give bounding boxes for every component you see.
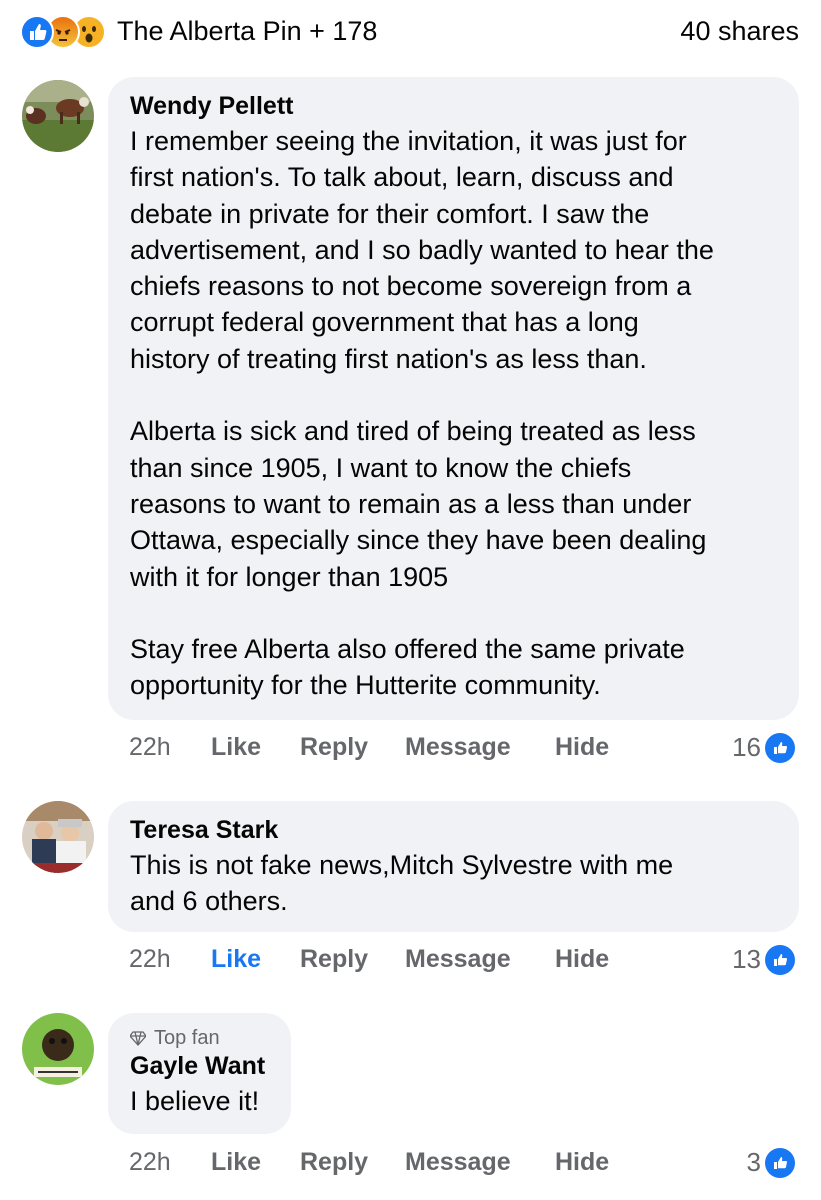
- comment-actions: 22h Like Reply Message Hide: [129, 945, 689, 975]
- comment-author[interactable]: Teresa Stark: [130, 815, 777, 845]
- comment-bubble[interactable]: Wendy Pellett I remember seeing the invi…: [108, 77, 799, 720]
- comment-text: This is not fake news,Mitch Sylvestre wi…: [130, 850, 674, 917]
- hide-button[interactable]: Hide: [555, 945, 609, 974]
- like-icon: [765, 944, 795, 975]
- comment-time[interactable]: 22h: [129, 733, 171, 762]
- reaction-count-value: 3: [746, 1147, 761, 1177]
- like-button[interactable]: Like: [211, 945, 261, 974]
- reaction-count-value: 16: [732, 732, 761, 762]
- comment-author[interactable]: Gayle Want: [130, 1051, 269, 1081]
- comment-text: I believe it!: [130, 1086, 260, 1116]
- comment-bubble[interactable]: Top fan Gayle Want I believe it!: [108, 1013, 291, 1134]
- reaction-names[interactable]: The Alberta Pin + 178: [117, 16, 377, 47]
- comment-text: I remember seeing the invitation, it was…: [130, 126, 714, 701]
- comment-actions: 22h Like Reply Message Hide: [129, 733, 689, 763]
- message-button[interactable]: Message: [405, 1148, 511, 1177]
- badge-label: Top fan: [154, 1027, 220, 1049]
- like-button[interactable]: Like: [211, 1148, 261, 1177]
- top-fan-badge: Top fan: [130, 1025, 269, 1051]
- hide-button[interactable]: Hide: [555, 733, 609, 762]
- reply-button[interactable]: Reply: [300, 733, 368, 762]
- comment-bubble[interactable]: Teresa Stark This is not fake news,Mitch…: [108, 801, 799, 932]
- comment-time[interactable]: 22h: [129, 1148, 171, 1177]
- comment-reaction-count[interactable]: 13: [732, 944, 795, 975]
- comment-reaction-count[interactable]: 16: [732, 732, 795, 763]
- reaction-icons[interactable]: [20, 15, 110, 49]
- reply-button[interactable]: Reply: [300, 945, 368, 974]
- avatar[interactable]: [22, 80, 94, 152]
- comment-actions: 22h Like Reply Message Hide: [129, 1148, 689, 1178]
- hide-button[interactable]: Hide: [555, 1148, 609, 1177]
- reactions-bar: The Alberta Pin + 178 40 shares: [0, 0, 821, 64]
- comment-author[interactable]: Wendy Pellett: [130, 91, 777, 121]
- like-icon: [765, 732, 795, 763]
- message-button[interactable]: Message: [405, 733, 511, 762]
- like-button[interactable]: Like: [211, 733, 261, 762]
- comment-time[interactable]: 22h: [129, 945, 171, 974]
- reply-button[interactable]: Reply: [300, 1148, 368, 1177]
- comment-reaction-count[interactable]: 3: [747, 1147, 795, 1178]
- reaction-count-value: 13: [732, 944, 761, 974]
- message-button[interactable]: Message: [405, 945, 511, 974]
- avatar[interactable]: [22, 1013, 94, 1085]
- like-icon: [765, 1147, 795, 1178]
- like-icon: [20, 15, 54, 49]
- avatar[interactable]: [22, 801, 94, 873]
- shares-count[interactable]: 40 shares: [680, 16, 799, 47]
- diamond-icon: [130, 1031, 146, 1046]
